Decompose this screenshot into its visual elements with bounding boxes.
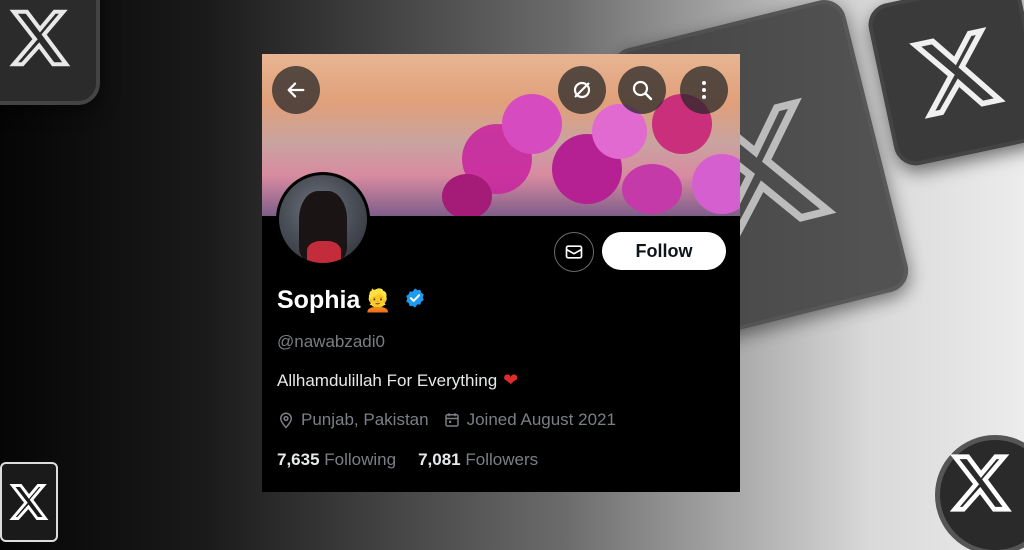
more-vertical-icon	[702, 81, 706, 99]
location-item: Punjab, Pakistan	[277, 410, 429, 430]
refresh-button[interactable]	[558, 66, 606, 114]
x-logo-icon	[909, 27, 1006, 119]
joined-text: Joined August 2021	[466, 410, 616, 429]
profile-meta: Punjab, Pakistan Joined August 2021	[277, 410, 630, 430]
x-logo-icon	[949, 454, 1012, 512]
x-logo-icon	[9, 9, 71, 66]
following-label: Following	[324, 450, 397, 469]
joined-item: Joined August 2021	[443, 410, 616, 430]
profile-bio: Allhamdulillah For Everything ❤	[277, 370, 518, 391]
calendar-icon	[444, 413, 459, 427]
arrow-left-icon	[287, 82, 305, 98]
following-link[interactable]: 7,635 Following	[277, 450, 396, 470]
profile-card: Follow Sophia 👱 @nawabzadi0 Allhamdulill…	[262, 54, 740, 492]
envelope-icon	[565, 245, 583, 259]
followers-count: 7,081	[418, 450, 461, 469]
refresh-icon	[573, 81, 591, 99]
search-icon	[632, 80, 653, 101]
location-pin-icon	[279, 412, 293, 429]
search-button[interactable]	[618, 66, 666, 114]
username-handle: @nawabzadi0	[277, 332, 385, 351]
heart-emoji: ❤	[503, 370, 519, 390]
following-count: 7,635	[277, 450, 320, 469]
message-button[interactable]	[554, 232, 594, 272]
verified-badge-icon[interactable]	[404, 287, 426, 314]
follow-stats: 7,635 Following 7,081 Followers	[277, 450, 538, 470]
location-text: Punjab, Pakistan	[301, 410, 429, 429]
follow-button[interactable]: Follow	[602, 232, 726, 270]
x-logo-tile-top-right	[864, 0, 1024, 170]
name-emoji: 👱	[364, 287, 392, 313]
avatar[interactable]	[276, 172, 370, 266]
x-logo-tile-bottom-left	[0, 462, 58, 542]
more-options-button[interactable]	[680, 66, 728, 114]
bio-text: Allhamdulillah For Everything	[277, 370, 498, 390]
followers-link[interactable]: 7,081 Followers	[418, 450, 538, 470]
x-logo-tile-top-left	[0, 0, 100, 105]
followers-label: Followers	[465, 450, 539, 469]
display-name: Sophia	[277, 286, 361, 314]
x-logo-tile-bottom-right	[940, 440, 1024, 550]
back-button[interactable]	[272, 66, 320, 114]
display-name-row: Sophia 👱	[277, 286, 426, 315]
x-logo-icon	[9, 484, 49, 520]
